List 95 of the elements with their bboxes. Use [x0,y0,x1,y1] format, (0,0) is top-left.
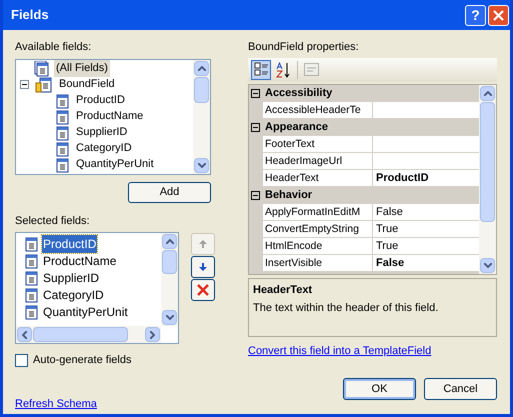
refresh-schema-link[interactable]: Refresh Schema [15,396,97,412]
scroll-up-button[interactable] [162,234,177,249]
property-name[interactable]: HtmlEncode [263,238,373,254]
tree-item[interactable]: ProductID [74,92,127,109]
field-label: Selected fields: [15,214,91,228]
property-value[interactable]: False [373,254,479,272]
scrollbar-thumb[interactable] [162,250,177,274]
collapse-toggle-icon[interactable] [251,190,260,200]
chevron-down-icon [198,162,206,168]
tree-item[interactable]: QuantityPerUnit [74,156,156,173]
property-value[interactable]: True [373,220,479,238]
list-item[interactable]: QuantityPerUnit [42,302,129,320]
dialog-button[interactable]: OK [343,378,416,400]
tree-item[interactable]: SupplierID [74,124,130,141]
property-name[interactable]: FooterText [263,136,373,152]
dialog-button[interactable]: Cancel [424,378,497,400]
field-icon [54,108,70,124]
scroll-up-button[interactable] [480,86,495,100]
help-button[interactable]: ? [465,4,486,26]
scrollbar-thumb[interactable] [194,76,209,102]
close-icon [493,10,504,20]
move-down-button[interactable] [191,256,215,278]
chevron-down-icon [484,262,492,268]
convert-field-link[interactable]: Convert this field into a TemplateField [248,342,432,359]
scroll-down-button[interactable] [480,258,495,272]
property-name[interactable]: HeaderImageUrl [263,152,373,170]
list-item[interactable]: SupplierID [42,268,100,286]
arrow-up-icon [198,239,208,249]
categorized-view-icon[interactable] [251,60,271,80]
categorized-view-drawing [254,62,268,77]
field-label: Available fields: [15,40,92,55]
collapse-toggle-icon[interactable] [251,88,260,98]
scroll-left-button[interactable] [17,327,32,342]
checkbox[interactable] [15,354,28,367]
tree-item[interactable]: CategoryID [74,140,134,157]
chevron-left-icon [22,330,27,338]
chevron-down-icon [166,315,174,320]
pages-drawing [304,63,318,76]
tree-item[interactable]: BoundField [57,76,117,93]
scrollbar-thumb[interactable] [33,327,128,342]
scroll-up-button[interactable] [194,60,209,76]
delete-button[interactable] [191,279,215,301]
scroll-down-button[interactable] [194,158,209,172]
chevron-right-icon [150,330,155,338]
field-icon [54,124,70,140]
delete-icon [196,283,210,297]
field-label: BoundField properties: [248,40,360,55]
chevron-up-icon [166,239,174,244]
property-category[interactable]: Behavior [262,186,312,204]
property-value[interactable]: ProductID [373,170,479,186]
property-value[interactable]: True [373,238,479,254]
description-title: HeaderText [253,282,314,298]
field-icon [54,156,70,172]
field-group-icon [33,76,53,92]
property-name[interactable]: ConvertEmptyString [263,220,373,238]
field-icon [23,304,39,320]
list-item[interactable]: CategoryID [42,286,105,304]
fields-icon [34,60,50,76]
field-icon [54,92,70,108]
property-category[interactable]: Accessibility [262,84,332,102]
scroll-right-button[interactable] [145,327,160,342]
field-icon [23,236,39,252]
chevron-up-icon [198,66,206,70]
list-item[interactable]: ProductName [42,252,118,270]
field-icon [23,270,39,286]
property-name[interactable]: ApplyFormatInEditM [263,204,373,220]
description-text: The text within the header of this field. [253,301,440,316]
collapse-toggle-icon[interactable] [20,80,29,89]
collapse-toggle-icon[interactable] [251,122,260,132]
vertical-scrollbar[interactable] [193,60,210,174]
checkbox-label: Auto-generate fields [33,353,132,368]
property-category[interactable]: Appearance [262,118,328,136]
close-button[interactable] [488,4,509,26]
window-title: Fields [11,6,49,24]
tree-item[interactable]: ProductName [74,108,146,125]
property-name[interactable]: InsertVisible [263,254,373,272]
property-name[interactable]: AccessibleHeaderTe [263,102,373,118]
list-item[interactable]: ProductID [42,234,98,252]
scroll-down-button[interactable] [162,310,177,325]
available-fields-tree[interactable]: (All Fields) BoundField ProductID ProductName SupplierID CategoryID QuantityPerUnit [15,58,211,174]
vertical-scrollbar[interactable] [161,233,178,326]
scrollbar-thumb[interactable] [480,102,495,222]
field-icon [23,252,39,268]
horizontal-scrollbar[interactable] [16,326,161,343]
vertical-scrollbar[interactable] [479,84,496,274]
sort-drawing [276,62,292,78]
add-button[interactable]: Add [128,182,211,202]
property-name[interactable]: HeaderText [263,170,373,186]
field-icon [54,140,70,156]
property-value[interactable]: False [373,204,479,220]
arrow-down-icon [198,262,208,272]
chevron-up-icon [484,90,492,96]
field-icon [23,286,39,302]
selected-fields-list[interactable]: ProductID ProductName SupplierID CategoryID QuantityPerUnit [15,232,179,344]
tree-item[interactable]: (All Fields) [54,60,110,77]
